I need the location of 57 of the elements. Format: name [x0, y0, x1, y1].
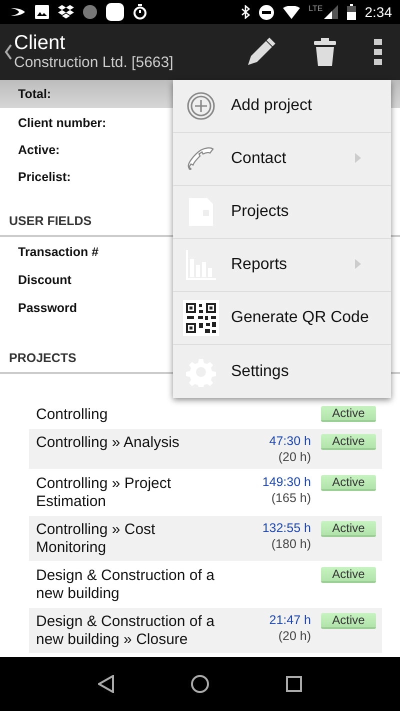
back-chevron-icon[interactable] — [4, 44, 12, 60]
hours-budget: (165 h) — [271, 490, 311, 506]
project-name: Controlling » Analysis — [36, 434, 180, 453]
field-label: Password — [18, 301, 78, 317]
screen-title: Client — [14, 32, 66, 54]
signal-icon — [324, 5, 338, 19]
client-subtitle: Construction Ltd. [5663] — [14, 54, 174, 72]
submenu-arrow-icon — [355, 259, 361, 269]
hours-budget: (180 h) — [271, 536, 311, 552]
field-label: Transaction # — [18, 245, 99, 261]
bluetooth-icon — [240, 5, 250, 19]
hours-logged: 21:47 h — [269, 612, 311, 628]
project-name: Design & Construction of a new building » Closure — [36, 613, 216, 649]
total-label: Total: — [18, 87, 52, 101]
dropbox-icon — [58, 5, 74, 19]
recents-icon[interactable] — [286, 676, 302, 692]
image-icon — [35, 5, 49, 19]
qr-code-icon — [183, 300, 219, 336]
field-label: Pricelist: — [18, 170, 71, 186]
hours-budget: (20 h) — [278, 449, 311, 465]
menu-item[interactable]: Contact — [173, 133, 391, 186]
project-name: Controlling » Cost Monitoring — [36, 521, 156, 557]
submenu-arrow-icon — [355, 153, 361, 163]
do-not-disturb-icon — [258, 4, 274, 20]
field-label: Client number: — [18, 116, 106, 132]
hours-logged: 149:30 h — [262, 474, 311, 490]
status-badge: Active — [321, 567, 376, 583]
home-icon[interactable] — [190, 675, 209, 693]
menu-item[interactable]: Generate QR Code — [173, 292, 391, 345]
status-badge: Active — [321, 406, 376, 422]
pencil-icon — [246, 37, 276, 67]
status-badge: Active — [321, 613, 376, 629]
menu-item[interactable]: Reports — [173, 239, 391, 292]
trash-icon — [314, 38, 336, 66]
overflow-menu-icon — [374, 39, 382, 65]
status-badge: Active — [321, 434, 376, 450]
hours-logged: 47:30 h — [269, 433, 311, 449]
battery-icon — [346, 4, 356, 20]
circle-icon — [83, 5, 97, 19]
project-name: Controlling » Project Estimation — [36, 475, 172, 511]
menu-item[interactable]: Add project — [173, 80, 391, 133]
status-badge: Active — [321, 475, 376, 491]
hours-budget: (20 h) — [278, 628, 311, 644]
field-label: Active: — [18, 143, 60, 159]
field-label: Discount — [18, 273, 72, 289]
clock: 2:34 — [364, 4, 392, 20]
plus-circle-icon — [186, 91, 216, 121]
hours-logged: 132:55 h — [262, 520, 311, 536]
back-icon[interactable] — [98, 675, 114, 693]
wifi-icon — [282, 6, 300, 18]
status-badge: Active — [321, 521, 376, 537]
project-name: Design & Construction of a new building — [36, 567, 216, 603]
rounded-square-icon — [106, 3, 124, 21]
menu-item[interactable]: Projects — [173, 186, 391, 239]
stopwatch-icon — [133, 4, 147, 20]
project-name: Controlling — [36, 406, 109, 424]
network-type: LTE — [308, 4, 323, 12]
